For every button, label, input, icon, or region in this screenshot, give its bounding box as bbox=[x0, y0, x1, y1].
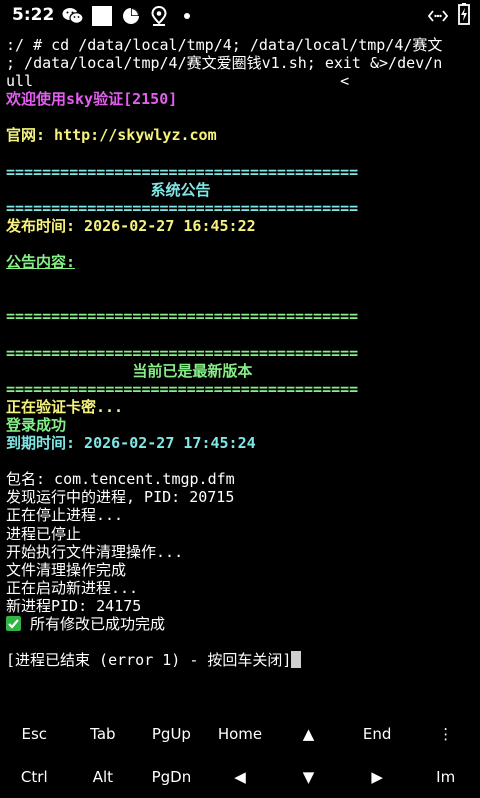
key-arrow-down[interactable]: ▼ bbox=[274, 755, 343, 798]
terminal-line: 官网: http://skywlyz.com bbox=[6, 126, 474, 144]
key-more[interactable]: ⋮ bbox=[411, 712, 480, 755]
key-arrow-right[interactable]: ▶ bbox=[343, 755, 412, 798]
terminal-line-text: 进程已停止 bbox=[6, 524, 82, 543]
terminal-line: [进程已结束 (error 1) - 按回车关闭] bbox=[6, 651, 474, 669]
terminal-cursor bbox=[291, 651, 302, 669]
terminal-line-text: 公告内容: bbox=[6, 253, 76, 272]
terminal-line: 文件清理操作完成 bbox=[6, 561, 474, 579]
white-square-icon bbox=[92, 6, 112, 26]
terminal-line-text: 当前已是最新版本 bbox=[6, 361, 253, 380]
terminal-line-text: 正在验证卡密... bbox=[6, 397, 124, 416]
terminal-line: ======================================= bbox=[6, 344, 474, 362]
status-bar: 5:22 bbox=[0, 0, 480, 32]
terminal-line: 到期时间: 2026-02-27 17:45:24 bbox=[6, 434, 474, 452]
terminal-line-text: ======================================= bbox=[6, 307, 359, 326]
terminal-output[interactable]: :/ # cd /data/local/tmp/4; /data/local/t… bbox=[6, 36, 474, 708]
terminal-line: 欢迎使用sky验证[2150] bbox=[6, 90, 474, 108]
terminal-line: 新进程PID: 24175 bbox=[6, 597, 474, 615]
battery-charging-icon bbox=[458, 3, 470, 25]
terminal-line: 正在停止进程... bbox=[6, 506, 474, 524]
terminal-line-text: ull < bbox=[6, 72, 350, 91]
data-transfer-icon bbox=[428, 6, 448, 26]
terminal-line: ======================================= bbox=[6, 307, 474, 325]
key-home[interactable]: Home bbox=[206, 712, 275, 755]
key-im[interactable]: Im bbox=[411, 755, 480, 798]
terminal-line: ======================================= bbox=[6, 199, 474, 217]
terminal-line: 发布时间: 2026-02-27 16:45:22 bbox=[6, 217, 474, 235]
terminal-line-text: 发布时间: 2026-02-27 16:45:22 bbox=[6, 216, 256, 235]
key-tab[interactable]: Tab bbox=[69, 712, 138, 755]
terminal-line: ======================================= bbox=[6, 380, 474, 398]
terminal-line: 发现运行中的进程, PID: 20715 bbox=[6, 488, 474, 506]
key-ctrl[interactable]: Ctrl bbox=[0, 755, 69, 798]
extra-keys-bar: Esc Tab PgUp Home ▲ End ⋮ Ctrl Alt PgDn ◀ ▼ ▶ Im bbox=[0, 712, 480, 798]
terminal-line: 正在验证卡密... bbox=[6, 398, 474, 416]
terminal-line: 所有修改已成功完成 bbox=[6, 615, 474, 633]
terminal-line: 正在启动新进程... bbox=[6, 579, 474, 597]
dot-icon bbox=[184, 6, 190, 26]
terminal-line-text: ======================================= bbox=[6, 162, 359, 181]
terminal-line-text: ======================================= bbox=[6, 198, 359, 217]
terminal-line-text: 欢迎使用sky验证[2150] bbox=[6, 90, 178, 109]
terminal-line-text: 发现运行中的进程, PID: 20715 bbox=[6, 488, 235, 507]
key-arrow-left[interactable]: ◀ bbox=[206, 755, 275, 798]
key-esc[interactable]: Esc bbox=[0, 712, 69, 755]
key-alt[interactable]: Alt bbox=[69, 755, 138, 798]
pie-chart-icon bbox=[122, 6, 140, 26]
terminal-line: :/ # cd /data/local/tmp/4; /data/local/t… bbox=[6, 36, 474, 54]
terminal-line-text: ======================================= bbox=[6, 343, 359, 362]
terminal-line: 当前已是最新版本 bbox=[6, 362, 474, 380]
terminal-line: 开始执行文件清理操作... bbox=[6, 543, 474, 561]
key-end[interactable]: End bbox=[343, 712, 412, 755]
terminal-line-text: 系统公告 bbox=[6, 180, 211, 199]
terminal-line: 进程已停止 bbox=[6, 525, 474, 543]
terminal-line-text: ; /data/local/tmp/4/赛文爱圈钱v1.sh; exit &>/… bbox=[6, 54, 443, 73]
key-pgup[interactable]: PgUp bbox=[137, 712, 206, 755]
terminal-line-text: [进程已结束 (error 1) - 按回车关闭] bbox=[6, 651, 292, 670]
terminal-line-text: 文件清理操作完成 bbox=[6, 560, 127, 579]
location-icon bbox=[151, 6, 167, 26]
terminal-line-text: 正在启动新进程... bbox=[6, 578, 139, 597]
wechat-icon bbox=[62, 6, 84, 26]
terminal-line: ull < bbox=[6, 72, 474, 90]
terminal-line: ; /data/local/tmp/4/赛文爱圈钱v1.sh; exit &>/… bbox=[6, 54, 474, 72]
terminal-line: 登录成功 bbox=[6, 416, 474, 434]
terminal-line-text: ======================================= bbox=[6, 379, 359, 398]
terminal-line-text: 开始执行文件清理操作... bbox=[6, 542, 184, 561]
terminal-line-text: 登录成功 bbox=[6, 415, 67, 434]
terminal-line-text: 新进程PID: 24175 bbox=[6, 596, 142, 615]
terminal-line-text: 到期时间: 2026-02-27 17:45:24 bbox=[6, 434, 256, 453]
check-mark-icon bbox=[6, 616, 21, 631]
key-pgdn[interactable]: PgDn bbox=[137, 755, 206, 798]
terminal-line: 公告内容: bbox=[6, 253, 474, 271]
terminal-line-text: 官网: http://skywlyz.com bbox=[6, 126, 217, 145]
terminal-line: ======================================= bbox=[6, 163, 474, 181]
key-arrow-up[interactable]: ▲ bbox=[274, 712, 343, 755]
terminal-line-text: :/ # cd /data/local/tmp/4; /data/local/t… bbox=[6, 36, 443, 54]
status-time: 5:22 bbox=[12, 5, 55, 25]
terminal-line-text: 所有修改已成功完成 bbox=[21, 615, 166, 633]
terminal-line-text: 正在停止进程... bbox=[6, 506, 124, 525]
terminal-line-text: 包名: com.tencent.tmgp.dfm bbox=[6, 470, 235, 489]
terminal-line: 系统公告 bbox=[6, 181, 474, 199]
terminal-line: 包名: com.tencent.tmgp.dfm bbox=[6, 470, 474, 488]
